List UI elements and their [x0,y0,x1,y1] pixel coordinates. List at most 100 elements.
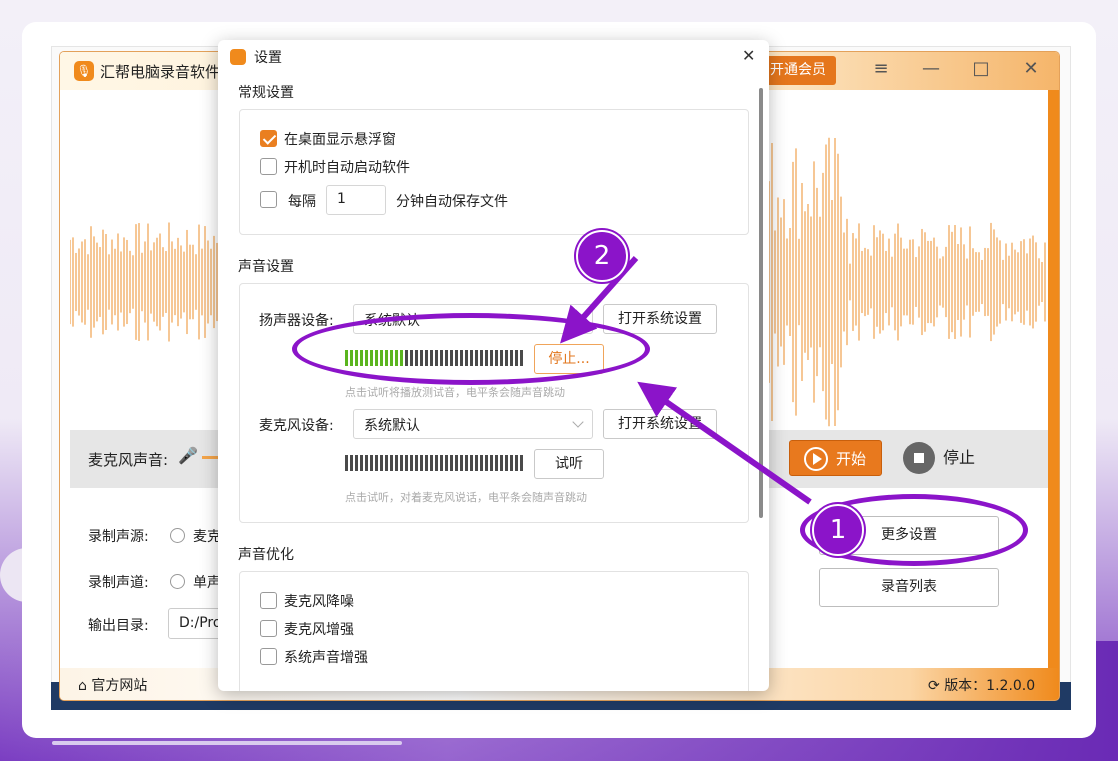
decorative-bar [52,741,402,745]
app-logo-icon: 🎙 [74,61,94,81]
step-badge-1: 1 [812,504,864,556]
step-badge-2: 2 [576,230,628,282]
source-label: 录制声源: [88,529,149,545]
stop-button-label: 停止 [943,448,976,467]
source-option: 麦克 [193,529,221,545]
version-info: ⟳ 版本：1.2.0.0 [928,675,1035,695]
meter-segment [390,455,393,471]
meter-segment [505,455,508,471]
sound-section-title: 声音设置 [238,259,294,275]
meter-segment [430,455,433,471]
dialog-title: 设置 [230,47,282,67]
channel-radio[interactable] [170,574,185,589]
mic-boost-label: 麦克风增强 [284,622,354,638]
meter-segment [435,455,438,471]
meter-segment [495,455,498,471]
meter-segment [440,455,443,471]
home-link-label: 官方网站 [91,678,148,694]
meter-segment [450,455,453,471]
maximize-icon[interactable]: □ [968,58,994,79]
minimize-icon[interactable]: — [918,58,944,79]
highlight-ring-meter [292,313,650,385]
autosave-checkbox[interactable] [260,191,277,208]
mic-hint: 点击试听，对着麦克风说话，电平条会随声音跳动 [345,491,587,504]
meter-segment [355,455,358,471]
meter-segment [405,455,408,471]
mic-select[interactable]: 系统默认 [353,409,593,439]
autosave-suffix: 分钟自动保存文件 [396,194,508,210]
optimize-group: 麦克风降噪 麦克风增强 系统声音增强 [239,571,749,691]
mic-device-label: 麦克风设备: [259,418,334,434]
version-label: 版本：1.2.0.0 [944,678,1036,694]
meter-segment [490,455,493,471]
chevron-down-icon [572,416,584,428]
channel-label: 录制声道: [88,575,149,591]
stop-button[interactable]: 停止 [903,442,975,474]
dialog-title-text: 设置 [254,50,282,66]
meter-segment [455,455,458,471]
vip-button[interactable]: 开通会员 [760,56,836,85]
window-edge [1048,90,1059,700]
autosave-interval-input[interactable]: 1 [326,185,386,215]
mic-open-system-button[interactable]: 打开系统设置 [603,409,717,439]
speaker-label: 扬声器设备: [259,313,334,329]
play-icon [804,447,828,471]
stop-icon [903,442,935,474]
meter-segment [475,455,478,471]
mic-test-button[interactable]: 试听 [534,449,604,479]
meter-segment [480,455,483,471]
dialog-close-icon[interactable]: ✕ [742,46,755,65]
speaker-hint: 点击试听将播放测试音，电平条会随声音跳动 [345,386,565,399]
microphone-icon: 🎤 [178,446,198,465]
meter-segment [400,455,403,471]
mic-boost-checkbox[interactable] [260,620,277,637]
meter-segment [410,455,413,471]
meter-segment [445,455,448,471]
system-boost-checkbox[interactable] [260,648,277,665]
app-title: 汇帮电脑录音软件 [100,63,221,81]
meter-segment [385,455,388,471]
meter-segment [365,455,368,471]
dialog-scrollbar[interactable] [759,88,763,518]
meter-segment [415,455,418,471]
mic-select-value: 系统默认 [364,418,420,434]
show-float-label: 在桌面显示悬浮窗 [284,132,396,148]
source-radio[interactable] [170,528,185,543]
meter-segment [485,455,488,471]
general-group: 在桌面显示悬浮窗 开机时自动启动软件 每隔 1 分钟自动保存文件 [239,109,749,235]
meter-segment [345,455,348,471]
meter-segment [350,455,353,471]
close-icon[interactable]: ✕ [1018,58,1044,79]
meter-segment [420,455,423,471]
meter-segment [375,455,378,471]
meter-segment [520,455,523,471]
auto-start-label: 开机时自动启动软件 [284,160,410,176]
optimize-section-title: 声音优化 [238,547,294,563]
show-float-checkbox[interactable] [260,130,277,147]
meter-segment [460,455,463,471]
mic-noise-label: 麦克风降噪 [284,594,354,610]
system-boost-label: 系统声音增强 [284,650,368,666]
home-icon: ⌂ [78,678,92,694]
start-button-label: 开始 [836,450,867,468]
mic-noise-checkbox[interactable] [260,592,277,609]
meter-segment [380,455,383,471]
home-link[interactable]: ⌂ 官方网站 [78,675,147,695]
start-button[interactable]: 开始 [789,440,882,476]
meter-segment [515,455,518,471]
meter-segment [395,455,398,471]
mic-level-meter [345,455,523,471]
meter-segment [500,455,503,471]
general-section-title: 常规设置 [238,85,294,101]
menu-icon[interactable]: ≡ [868,58,894,79]
record-list-button[interactable]: 录音列表 [819,568,999,607]
auto-start-checkbox[interactable] [260,158,277,175]
autosave-prefix: 每隔 [288,194,316,210]
channel-option: 单声 [193,575,221,591]
meter-segment [360,455,363,471]
meter-segment [510,455,513,471]
meter-segment [370,455,373,471]
refresh-icon: ⟳ [928,678,945,694]
mic-volume-label: 麦克风声音: [88,451,169,469]
output-label: 输出目录: [88,618,149,634]
